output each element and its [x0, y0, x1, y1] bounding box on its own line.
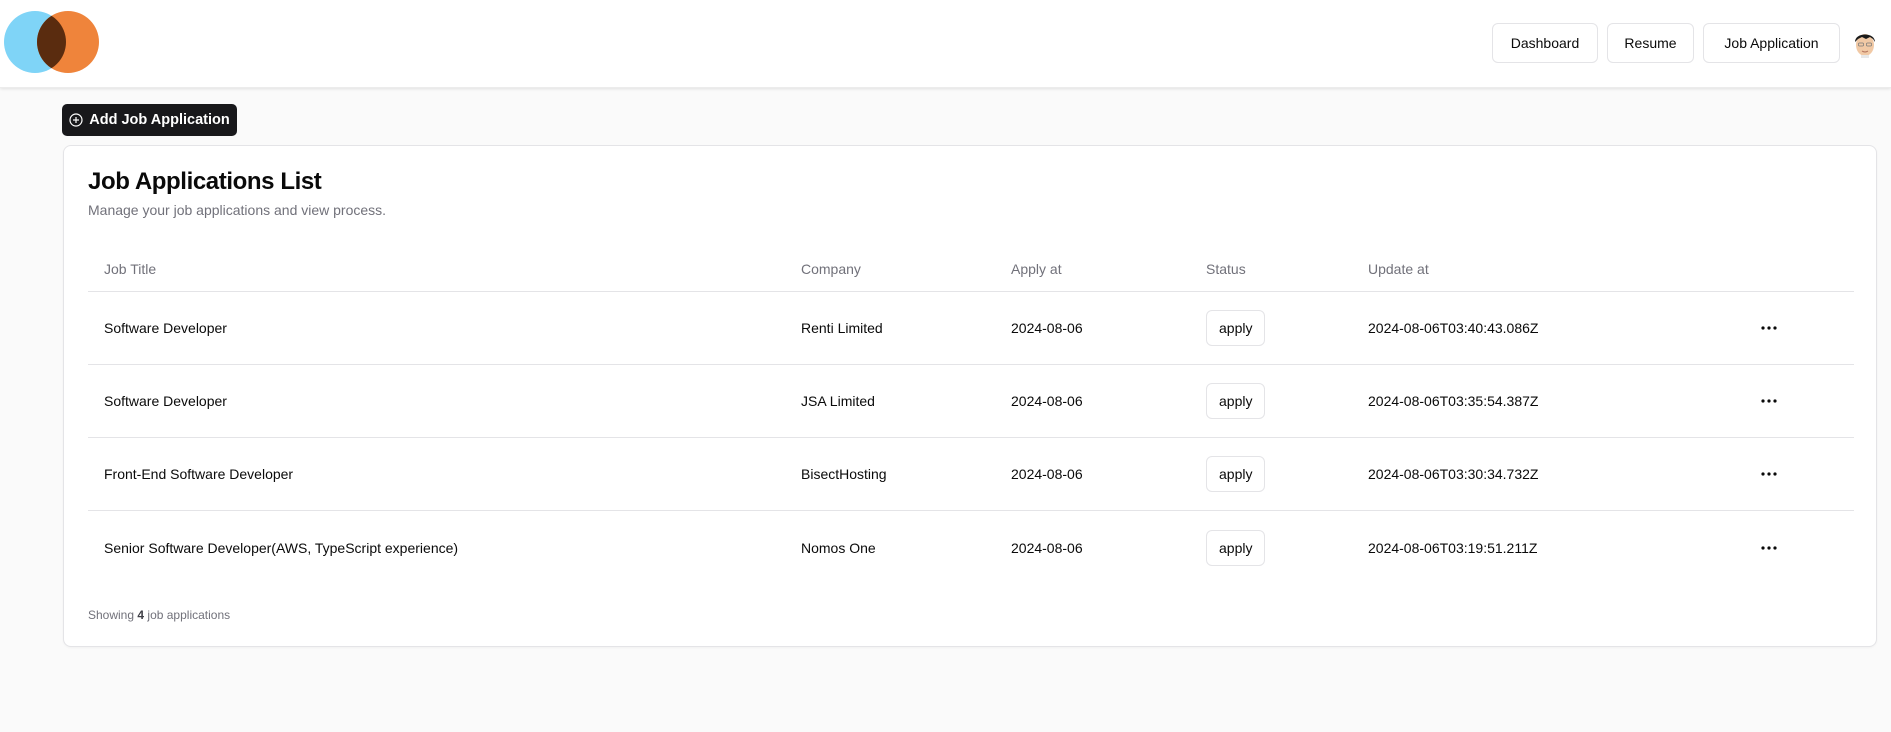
add-job-application-label: Add Job Application: [89, 112, 230, 128]
column-header-status: Status: [1206, 260, 1246, 277]
status-cell: apply: [1206, 438, 1266, 510]
table-header-row: Job Title Company Apply at Status Update…: [88, 246, 1854, 292]
column-header-update-at: Update at: [1368, 260, 1429, 277]
table-row[interactable]: Software Developer JSA Limited 2024-08-0…: [88, 365, 1854, 438]
more-horizontal-icon: [1761, 545, 1777, 550]
job-title-cell: Software Developer: [104, 320, 227, 336]
status-cell: apply: [1206, 365, 1266, 437]
top-navigation-bar: Dashboard Resume Job Application: [0, 0, 1891, 88]
more-horizontal-icon: [1761, 399, 1777, 403]
column-header-job-title: Job Title: [104, 260, 157, 277]
user-avatar[interactable]: [1851, 28, 1879, 58]
update-at-cell: 2024-08-06T03:35:54.387Z: [1368, 393, 1539, 409]
job-title-cell: Senior Software Developer(AWS, TypeScrip…: [104, 539, 459, 556]
table-row[interactable]: Software Developer Renti Limited 2024-08…: [88, 292, 1854, 365]
actions-cell: [1754, 292, 1784, 364]
results-suffix: job applications: [147, 608, 231, 622]
status-badge: apply: [1206, 310, 1266, 346]
status-badge: apply: [1206, 383, 1266, 419]
job-title-cell: Software Developer: [104, 393, 227, 409]
row-actions-button[interactable]: [1754, 386, 1784, 416]
status-badge: apply: [1206, 456, 1266, 492]
update-at-cell: 2024-08-06T03:19:51.211Z: [1368, 539, 1538, 556]
column-header-company: Company: [801, 260, 861, 277]
update-at-cell: 2024-08-06T03:40:43.086Z: [1368, 320, 1539, 336]
more-horizontal-icon: [1761, 472, 1777, 476]
nav-resume-button[interactable]: Resume: [1607, 23, 1694, 63]
job-applications-card: Job Applications List Manage your job ap…: [63, 145, 1877, 647]
card-title: Job Applications List: [88, 168, 322, 195]
row-actions-button[interactable]: [1754, 533, 1784, 563]
results-count: 4: [137, 608, 145, 622]
row-actions-button[interactable]: [1754, 313, 1784, 343]
job-title-cell: Front-End Software Developer: [104, 466, 294, 482]
company-cell: BisectHosting: [801, 466, 887, 482]
logo-icon[interactable]: [4, 11, 100, 73]
results-prefix: Showing: [88, 608, 135, 622]
table-row[interactable]: Front-End Software Developer BisectHosti…: [88, 438, 1854, 511]
actions-cell: [1754, 365, 1784, 437]
company-cell: Renti Limited: [801, 320, 883, 336]
apply-at-cell: 2024-08-06: [1011, 466, 1083, 482]
card-subtitle: Manage your job applications and view pr…: [88, 202, 387, 218]
actions-cell: [1754, 438, 1784, 510]
more-horizontal-icon: [1761, 326, 1777, 330]
status-cell: apply: [1206, 511, 1266, 584]
update-at-cell: 2024-08-06T03:30:34.732Z: [1368, 466, 1539, 482]
apply-at-cell: 2024-08-06: [1011, 393, 1083, 409]
plus-circle-icon: [69, 113, 83, 127]
results-count-note: Showing 4 job applications: [88, 608, 230, 622]
job-applications-table: Job Title Company Apply at Status Update…: [88, 246, 1854, 584]
status-cell: apply: [1206, 292, 1266, 364]
nav-dashboard-button[interactable]: Dashboard: [1492, 23, 1598, 63]
apply-at-cell: 2024-08-06: [1011, 539, 1083, 556]
company-cell: JSA Limited: [801, 393, 875, 409]
nav-job-application-button[interactable]: Job Application: [1703, 23, 1840, 63]
main-nav: Dashboard Resume Job Application: [1492, 23, 1879, 63]
company-cell: Nomos One: [801, 539, 876, 556]
add-job-application-button[interactable]: Add Job Application: [62, 104, 237, 136]
status-badge: apply: [1206, 529, 1266, 566]
apply-at-cell: 2024-08-06: [1011, 320, 1083, 336]
row-actions-button[interactable]: [1754, 459, 1784, 489]
actions-cell: [1754, 511, 1784, 584]
column-header-apply-at: Apply at: [1011, 260, 1062, 277]
table-row[interactable]: Senior Software Developer(AWS, TypeScrip…: [88, 511, 1854, 584]
